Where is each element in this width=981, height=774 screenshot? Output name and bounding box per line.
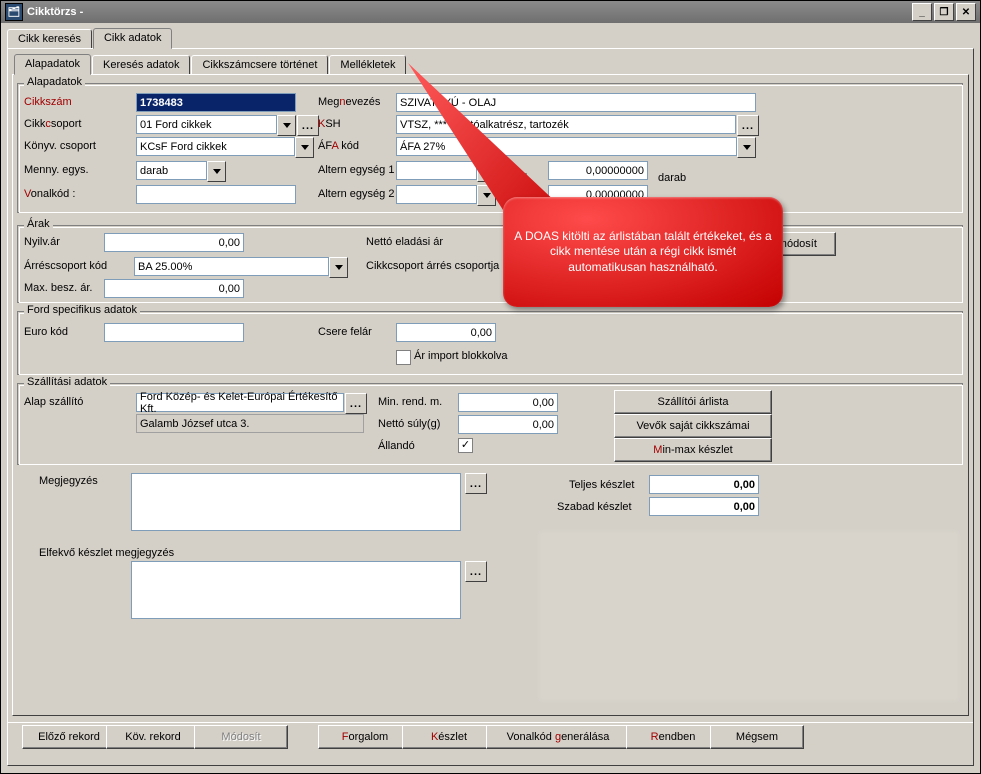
label-altern1: Altern egység 1 xyxy=(318,164,394,176)
callout-bubble: A DOAS kitölti az árlistában talált érté… xyxy=(503,197,783,307)
label-max-besz: Max. besz. ár. xyxy=(24,282,92,294)
lookup-alap-szallito[interactable]: ... xyxy=(345,393,367,414)
label-cikkcsoport: Cikkcsoport xyxy=(24,118,81,130)
label-ar-import-blokkolva: Ár import blokkolva xyxy=(414,350,508,362)
label-megjegyzes: Megjegyzés xyxy=(39,475,98,487)
button-vonalkod-gen[interactable]: Vonalkód generálása xyxy=(486,725,630,749)
titlebar: 🗂 Cikktörzs - _ ❐ ✕ xyxy=(1,1,980,23)
label-allando: Állandó xyxy=(378,440,415,452)
main-tabstrip: Cikk keresés Cikk adatok xyxy=(1,23,980,48)
combo-cikkcsoport[interactable]: 01 Ford cikkek xyxy=(136,115,296,136)
chevron-down-icon[interactable] xyxy=(207,161,226,182)
button-elozo-rekord[interactable]: Előző rekord xyxy=(22,725,116,749)
field-cikkszam[interactable]: 1738483 xyxy=(136,93,296,112)
lookup-ksh[interactable]: ... xyxy=(737,115,759,136)
tab-cikk-kereses[interactable]: Cikk keresés xyxy=(7,29,92,49)
checkbox-allando[interactable] xyxy=(458,438,473,453)
lookup-cikkcsoport[interactable]: ... xyxy=(297,115,319,136)
textarea-megjegyzes[interactable] xyxy=(131,473,461,531)
label-cikkszam: Cikkszám xyxy=(24,96,72,108)
label-afa: ÁFA kód xyxy=(318,140,359,152)
field-szabad-keszlet: 0,00 xyxy=(649,497,759,516)
app-icon: 🗂 xyxy=(5,3,23,21)
button-modosit: Módosít xyxy=(194,725,288,749)
lookup-megjegyzes[interactable]: ... xyxy=(465,473,487,494)
button-megsem[interactable]: Mégsem xyxy=(710,725,804,749)
button-forgalom[interactable]: Forgalom xyxy=(318,725,412,749)
blurred-panel xyxy=(539,531,959,701)
combo-konyvcsoport[interactable]: KCsF Ford cikkek xyxy=(136,137,314,158)
button-keszlet[interactable]: Készlet xyxy=(402,725,496,749)
label-mennyegys: Menny. egys. xyxy=(24,164,89,176)
label-arrescsoport: Árréscsoport kód xyxy=(24,260,107,272)
chevron-down-icon[interactable] xyxy=(295,137,314,158)
label-cserefelar: Csere felár xyxy=(318,326,372,338)
legend-arak: Árak xyxy=(24,218,53,230)
lookup-elfekvo[interactable]: ... xyxy=(465,561,487,582)
label-netto-suly: Nettó súly(g) xyxy=(378,418,440,430)
button-szallitoi-arlista[interactable]: Szállítói árlista xyxy=(614,390,772,414)
field-alap-szallito[interactable]: Ford Közép- és Kelet-Európai Értékesítő … xyxy=(136,393,344,412)
tab-mellekletek[interactable]: Mellékletek xyxy=(329,55,406,75)
field-eurokod[interactable] xyxy=(104,323,244,342)
button-vevok-cikkszamai[interactable]: Vevők saját cikkszámai xyxy=(614,414,772,438)
label-elfekvo: Elfekvő készlet megjegyzés xyxy=(39,547,174,559)
label-altern2: Altern egység 2 xyxy=(318,188,394,200)
field-szallito-addr: Galamb József utca 3. xyxy=(136,414,364,433)
field-max-besz[interactable]: 0,00 xyxy=(104,279,244,298)
tab-alapadatok[interactable]: Alapadatok xyxy=(14,54,91,75)
combo-mennyegys[interactable]: darab xyxy=(136,161,226,182)
field-teljes-keszlet: 0,00 xyxy=(649,475,759,494)
maximize-button[interactable]: ❐ xyxy=(934,3,954,21)
combo-arrescsoport[interactable]: BA 25.00% xyxy=(134,257,348,278)
label-teljes-keszlet: Teljes készlet xyxy=(569,479,634,491)
field-netto-suly[interactable]: 0,00 xyxy=(458,415,558,434)
minimize-button[interactable]: _ xyxy=(912,3,932,21)
label-alap-szallito: Alap szállító xyxy=(24,396,83,408)
field-cserefelar[interactable]: 0,00 xyxy=(396,323,496,342)
label-eurokod: Euro kód xyxy=(24,326,68,338)
tab-cikkszamcsere[interactable]: Cikkszámcsere történet xyxy=(191,55,328,75)
field-min-rend[interactable]: 0,00 xyxy=(458,393,558,412)
tab-cikk-adatok[interactable]: Cikk adatok xyxy=(93,28,172,49)
legend-ford: Ford specifikus adatok xyxy=(24,304,140,316)
callout-text: A DOAS kitölti az árlistában talált érté… xyxy=(513,229,773,276)
label-altern-unit: darab xyxy=(658,172,686,184)
button-kov-rekord[interactable]: Köv. rekord xyxy=(106,725,200,749)
chevron-down-icon[interactable] xyxy=(737,137,756,158)
label-vonalkod: Vonalkód : xyxy=(24,188,75,200)
label-konyvcsoport: Könyv. csoport xyxy=(24,140,96,152)
legend-szallitas: Szállítási adatok xyxy=(24,376,110,388)
group-szallitas: Szállítási adatok Alap szállító Ford Köz… xyxy=(17,383,963,465)
label-nyilvar: Nyilv.ár xyxy=(24,236,60,248)
textarea-elfekvo[interactable] xyxy=(131,561,461,619)
label-szabad-keszlet: Szabad készlet xyxy=(557,501,632,513)
label-min-rend: Min. rend. m. xyxy=(378,396,442,408)
field-vonalkod[interactable] xyxy=(136,185,296,204)
tab-kereses-adatok[interactable]: Keresés adatok xyxy=(92,55,190,75)
button-rendben[interactable]: Rendben xyxy=(626,725,720,749)
button-minmax-keszlet[interactable]: Min-max készlet xyxy=(614,438,772,462)
chevron-down-icon[interactable] xyxy=(277,115,296,136)
field-nyilvar[interactable]: 0,00 xyxy=(104,233,244,252)
window-title: Cikktörzs - xyxy=(27,6,83,18)
close-button[interactable]: ✕ xyxy=(956,3,976,21)
checkbox-ar-import-blokkolva[interactable] xyxy=(396,350,411,365)
group-ford: Ford specifikus adatok Euro kód Csere fe… xyxy=(17,311,963,375)
chevron-down-icon[interactable] xyxy=(329,257,348,278)
label-megnevezes: Megnevezés xyxy=(318,96,380,108)
label-ksh: KSH xyxy=(318,118,341,130)
legend-alapadatok[interactable]: Alapadatok xyxy=(24,76,85,88)
